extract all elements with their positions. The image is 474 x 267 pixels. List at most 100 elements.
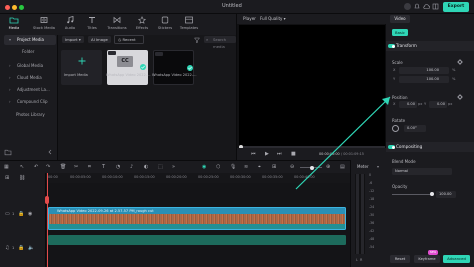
keyframe-panel-button[interactable]: Keyframe: [414, 255, 440, 263]
tab-video[interactable]: Video: [390, 15, 410, 23]
ai-image-button[interactable]: AI Image: [88, 36, 111, 43]
tab-templates[interactable]: Templates: [176, 14, 202, 35]
grid-icon[interactable]: ▦: [4, 164, 9, 170]
scale-keyframe-icon[interactable]: [457, 59, 463, 65]
color-icon[interactable]: ◐: [144, 164, 148, 170]
media-library: Import ▾ AI Image ◷ Recent ⌕ Search medi…: [58, 35, 236, 160]
sidebar-item-project-media[interactable]: ▾ Project Media: [4, 35, 56, 45]
tab-effects-label: Effects: [135, 26, 149, 30]
media-clip-thumbnail[interactable]: [153, 50, 194, 85]
mic-icon[interactable]: 🎙: [230, 164, 236, 170]
sidebar-item-folder[interactable]: Folder: [4, 47, 56, 57]
timeline-track-headers: ⊞ ⛓ ▭ 1 🔒 ◉ ♫ 1 🔒 🔈: [0, 173, 46, 267]
split-icon[interactable]: ✂: [74, 164, 78, 170]
import-dropdown[interactable]: Import ▾: [62, 36, 84, 43]
transform-toggle[interactable]: [388, 44, 395, 48]
tab-stock-media[interactable]: Stock Media: [30, 14, 58, 35]
reset-button[interactable]: Reset: [390, 255, 410, 263]
player-label: Player: [243, 16, 257, 21]
advanced-button[interactable]: Advanced: [443, 255, 470, 263]
tab-stickers[interactable]: Stickers: [154, 14, 176, 35]
audio-icon[interactable]: ♪: [130, 164, 133, 170]
more-tools-icon[interactable]: »: [172, 164, 175, 170]
position-y-input[interactable]: 0.00: [429, 101, 447, 108]
rotate-input[interactable]: 0.00°: [404, 125, 426, 132]
redo-icon[interactable]: ↷: [46, 164, 50, 170]
speed-icon[interactable]: ◔: [116, 164, 120, 170]
cursor-icon[interactable]: ↖: [20, 164, 24, 170]
transform-section-header[interactable]: Transform: [386, 41, 474, 51]
undo-icon[interactable]: ↶: [34, 164, 38, 170]
voiceover-icon[interactable]: ≋: [244, 164, 248, 170]
import-label: Import: [65, 37, 78, 42]
quality-dropdown[interactable]: Full Quality ▾: [260, 16, 288, 22]
sidebar-item-cloud-media[interactable]: › Cloud Media: [4, 73, 56, 83]
position-keyframe-icon[interactable]: [457, 94, 463, 100]
layout-icon[interactable]: [432, 3, 439, 10]
step-forward-icon[interactable]: ⏭: [277, 151, 282, 157]
tab-video-label: Video: [394, 16, 406, 21]
position-x-input[interactable]: 0.00: [399, 101, 417, 108]
sidebar-item-global-media[interactable]: › Global Media: [4, 61, 56, 71]
playhead[interactable]: [47, 173, 48, 267]
opacity-slider-handle[interactable]: [430, 192, 434, 196]
audio-clip[interactable]: [48, 235, 346, 245]
search-input[interactable]: ⌕ Search media: [204, 36, 236, 49]
avatar[interactable]: [404, 3, 411, 10]
notification-icon[interactable]: [414, 3, 420, 10]
filter-icon[interactable]: [194, 37, 200, 43]
playhead-handle[interactable]: [45, 196, 49, 204]
stock-icon: [40, 17, 48, 23]
timeline-tracks[interactable]: WhatsApp Video 2022-09-26 at 2.57.57 PM_…: [46, 183, 350, 267]
sidebar-item-photos-library[interactable]: Photos Library: [4, 110, 56, 120]
quality-value: Full Quality: [260, 16, 283, 21]
link-icon[interactable]: ⛓: [19, 175, 25, 181]
tab-media[interactable]: Media: [2, 14, 26, 35]
opacity-input[interactable]: 100.00: [436, 191, 456, 198]
media-clip-thumbnail[interactable]: CC: [107, 50, 148, 85]
scale-x-input[interactable]: 100.00: [399, 67, 449, 74]
tab-basic[interactable]: Basic: [392, 29, 408, 36]
render-icon[interactable]: ◉: [202, 164, 206, 170]
scale-x-axis-label: X: [393, 68, 396, 72]
eye-icon[interactable]: ◉: [28, 211, 32, 217]
cloud-icon[interactable]: [423, 3, 430, 10]
tab-titles[interactable]: Titles: [82, 14, 102, 35]
scale-y-input[interactable]: 100.00: [399, 76, 449, 83]
video-clip-title: WhatsApp Video 2022-09-26 at 2.57.57 PM_…: [57, 208, 154, 213]
snap-icon[interactable]: ⊞: [272, 164, 276, 170]
music-icon: [67, 16, 74, 24]
tab-effects[interactable]: Effects: [131, 14, 153, 35]
minimize-window-button[interactable]: [12, 4, 17, 10]
new-folder-icon[interactable]: [4, 148, 12, 156]
lock-icon[interactable]: 🔒: [18, 211, 24, 217]
shield-icon[interactable]: ⬡: [216, 164, 220, 170]
meter-scale-label: -42: [369, 229, 375, 233]
crop-icon[interactable]: ⌗: [88, 164, 91, 170]
video-clip[interactable]: WhatsApp Video 2022-09-26 at 2.57.57 PM_…: [48, 207, 346, 230]
speaker-icon[interactable]: 🔈: [28, 245, 34, 251]
tab-audio[interactable]: Audio: [60, 14, 80, 35]
import-media-tile[interactable]: [61, 50, 102, 85]
export-button[interactable]: Export: [443, 2, 469, 12]
recent-sort-dropdown[interactable]: ◷ Recent: [114, 35, 144, 44]
close-window-button[interactable]: [5, 4, 10, 10]
motion-icon[interactable]: ⬚: [158, 164, 163, 170]
add-track-icon[interactable]: ⊞: [5, 175, 9, 181]
ai-image-label: AI Image: [91, 37, 108, 42]
sidebar-item-adjustment-layer[interactable]: › Adjustment La...: [4, 85, 56, 95]
plus-icon: [78, 57, 86, 65]
marker-icon[interactable]: ⌖: [258, 164, 261, 170]
zoom-window-button[interactable]: [19, 4, 24, 10]
blend-mode-dropdown[interactable]: Normal: [392, 168, 452, 175]
tab-transitions[interactable]: Transitions: [103, 14, 131, 35]
delete-icon[interactable]: 🗑: [60, 164, 66, 170]
play-icon[interactable]: ▶: [265, 151, 269, 157]
collapse-panel-icon[interactable]: [46, 148, 54, 156]
video-clip-filmstrip: [49, 214, 345, 224]
sidebar-item-compound-clip[interactable]: › Compound Clip: [4, 97, 56, 107]
media-toolbar: Media Stock Media Audio Titles Transitio…: [0, 14, 236, 35]
lock-icon[interactable]: 🔒: [18, 245, 24, 251]
text-tool-icon[interactable]: T: [102, 164, 105, 170]
step-back-icon[interactable]: ⏮: [251, 151, 256, 157]
